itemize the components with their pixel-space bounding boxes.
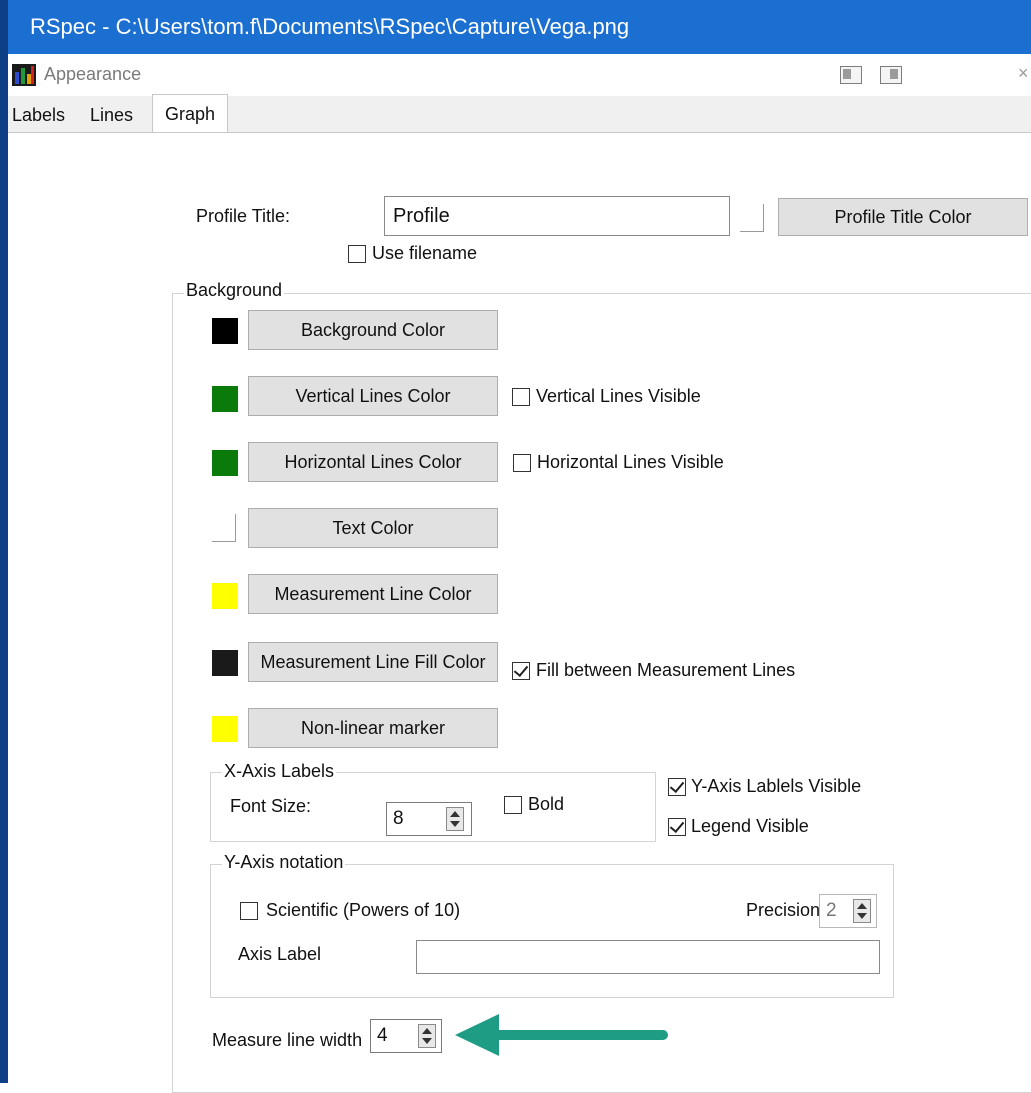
fill-between-measurement-lines-label: Fill between Measurement Lines bbox=[536, 660, 796, 680]
legend-visible-checkbox[interactable] bbox=[668, 817, 686, 836]
tab-labels[interactable]: Labels bbox=[12, 100, 65, 130]
horizontal-lines-visible-label: Horizontal Lines Visible bbox=[537, 452, 724, 472]
scientific-notation-label: Scientific (Powers of 10) bbox=[266, 900, 461, 920]
vertical-lines-color-button[interactable]: Vertical Lines Color bbox=[248, 376, 498, 416]
precision-label: Precision: bbox=[746, 900, 826, 920]
callout-arrow-shaft bbox=[490, 1030, 668, 1040]
app-logo-icon bbox=[12, 64, 36, 86]
y-axis-labels-visible-checkbox[interactable] bbox=[668, 777, 686, 796]
measurement-line-color-swatch bbox=[212, 583, 238, 609]
callout-arrow-head-icon bbox=[455, 1014, 499, 1056]
bold-label: Bold bbox=[528, 794, 565, 814]
tab-lines[interactable]: Lines bbox=[90, 100, 133, 130]
text-color-swatch bbox=[212, 514, 236, 542]
background-legend: Background bbox=[184, 280, 285, 301]
background-color-button[interactable]: Background Color bbox=[248, 310, 498, 350]
vertical-lines-visible-checkbox[interactable] bbox=[512, 388, 530, 406]
profile-title-color-button[interactable]: Profile Title Color bbox=[778, 198, 1028, 236]
close-icon[interactable]: × bbox=[1018, 63, 1029, 84]
measurement-line-color-button[interactable]: Measurement Line Color bbox=[248, 574, 498, 614]
vertical-lines-color-swatch bbox=[212, 386, 238, 412]
fill-between-measurement-lines-checkbox[interactable] bbox=[512, 661, 530, 680]
text-color-button[interactable]: Text Color bbox=[248, 508, 498, 548]
window-title-bar: RSpec - C:\Users\tom.f\Documents\RSpec\C… bbox=[0, 0, 1031, 54]
panel-title: Appearance bbox=[44, 64, 142, 84]
precision-spin-buttons[interactable] bbox=[853, 899, 871, 923]
tab-graph[interactable]: Graph bbox=[152, 94, 229, 132]
bold-checkbox[interactable] bbox=[504, 796, 522, 814]
profile-title-color-swatch bbox=[740, 204, 764, 232]
measure-line-width-spin-buttons[interactable] bbox=[418, 1024, 436, 1048]
use-filename-label: Use filename bbox=[372, 243, 478, 263]
horizontal-lines-color-swatch bbox=[212, 450, 238, 476]
dock-left-icon[interactable] bbox=[840, 66, 862, 84]
font-size-label: Font Size: bbox=[230, 796, 312, 816]
non-linear-marker-swatch bbox=[212, 716, 238, 742]
axis-label-label: Axis Label bbox=[238, 944, 322, 964]
vertical-lines-visible-label: Vertical Lines Visible bbox=[536, 386, 701, 406]
y-axis-labels-visible-label: Y-Axis Lablels Visible bbox=[691, 776, 862, 796]
horizontal-lines-visible-checkbox[interactable] bbox=[513, 454, 531, 472]
window-left-edge bbox=[0, 54, 8, 1083]
axis-label-input[interactable] bbox=[416, 940, 880, 974]
y-axis-notation-group bbox=[210, 864, 894, 998]
measurement-line-fill-color-button[interactable]: Measurement Line Fill Color bbox=[248, 642, 498, 682]
legend-visible-label: Legend Visible bbox=[691, 816, 809, 836]
scientific-notation-checkbox[interactable] bbox=[240, 902, 258, 920]
measurement-line-fill-color-swatch bbox=[212, 650, 238, 676]
font-size-spin-buttons[interactable] bbox=[446, 807, 464, 831]
panel-header bbox=[8, 54, 1031, 94]
measure-line-width-label: Measure line width bbox=[212, 1030, 363, 1050]
horizontal-lines-color-button[interactable]: Horizontal Lines Color bbox=[248, 442, 498, 482]
non-linear-marker-button[interactable]: Non-linear marker bbox=[248, 708, 498, 748]
x-axis-labels-legend: X-Axis Labels bbox=[222, 761, 337, 782]
use-filename-checkbox[interactable] bbox=[348, 245, 366, 263]
background-color-swatch bbox=[212, 318, 238, 344]
y-axis-notation-legend: Y-Axis notation bbox=[222, 852, 346, 873]
profile-title-input[interactable]: Profile bbox=[384, 196, 730, 236]
profile-title-label: Profile Title: bbox=[196, 206, 291, 226]
dock-right-icon[interactable] bbox=[880, 66, 902, 84]
